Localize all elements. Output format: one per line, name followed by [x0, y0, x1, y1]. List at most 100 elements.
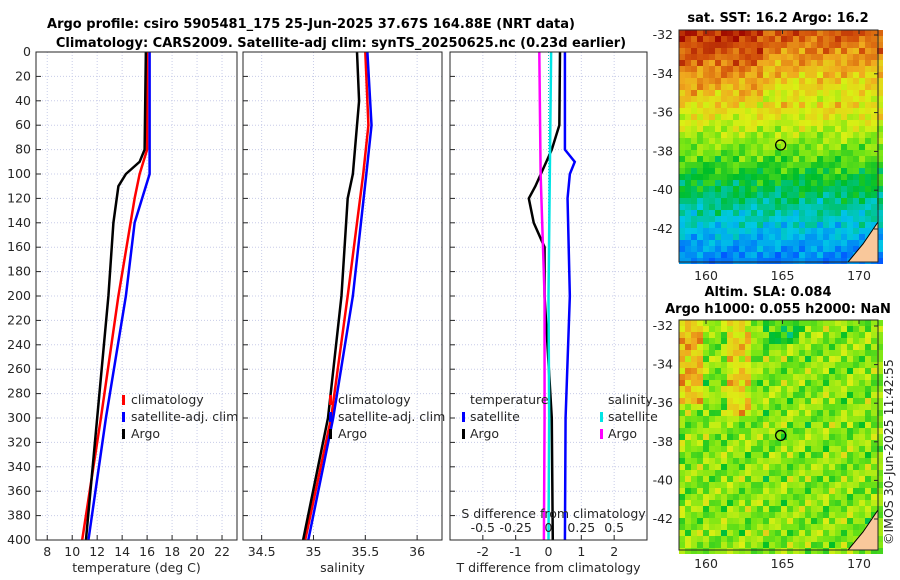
- map-cell: [859, 512, 865, 518]
- map-cell: [733, 440, 739, 446]
- map-cell: [871, 464, 877, 470]
- map-cell: [697, 410, 703, 416]
- map-cell: [817, 416, 823, 422]
- map-cell: [751, 54, 757, 60]
- map-cell: [697, 356, 703, 362]
- map-cell: [781, 380, 787, 386]
- map-cell: [691, 216, 697, 222]
- map-cell: [733, 332, 739, 338]
- map-cell: [829, 362, 835, 368]
- map-cell: [703, 240, 709, 246]
- map-cell: [775, 222, 781, 228]
- map-cell: [805, 228, 811, 234]
- y-tick-label: 280: [7, 386, 31, 401]
- map-cell: [853, 156, 859, 162]
- map-cell: [715, 144, 721, 150]
- map-cell: [745, 548, 751, 554]
- map-cell: [865, 84, 871, 90]
- map-cell: [829, 494, 835, 500]
- lat-tick-label: -40: [653, 182, 673, 197]
- map-cell: [757, 258, 763, 264]
- map-cell: [727, 530, 733, 536]
- map-cell: [817, 422, 823, 428]
- map-cell: [697, 66, 703, 72]
- map-cell: [775, 66, 781, 72]
- map-cell: [697, 392, 703, 398]
- map-cell: [853, 96, 859, 102]
- map-cell: [715, 398, 721, 404]
- map-cell: [757, 356, 763, 362]
- map-cell: [739, 66, 745, 72]
- map-cell: [715, 542, 721, 548]
- map-cell: [775, 72, 781, 78]
- map-cell: [865, 108, 871, 114]
- map-cell: [691, 192, 697, 198]
- map-cell: [721, 72, 727, 78]
- map-cell: [859, 374, 865, 380]
- map-cell: [715, 392, 721, 398]
- map-cell: [685, 494, 691, 500]
- map-cell: [757, 30, 763, 36]
- map-cell: [751, 380, 757, 386]
- map-cell: [841, 386, 847, 392]
- map-cell: [823, 72, 829, 78]
- map-cell: [829, 252, 835, 258]
- map-cell: [871, 380, 877, 386]
- profile-panel-0: [35, 51, 238, 541]
- map-cell: [775, 404, 781, 410]
- map-cell: [835, 530, 841, 536]
- map-cell: [841, 368, 847, 374]
- map-cell: [781, 198, 787, 204]
- map-cell: [823, 252, 829, 258]
- map-cell: [769, 536, 775, 542]
- map-cell: [691, 356, 697, 362]
- map-cell: [865, 506, 871, 512]
- map-cell: [727, 180, 733, 186]
- map-cell: [835, 228, 841, 234]
- map-cell: [811, 488, 817, 494]
- map-cell: [787, 464, 793, 470]
- map-cell: [721, 132, 727, 138]
- lat-tick-label: -36: [653, 105, 673, 120]
- map-cell: [721, 198, 727, 204]
- map-cell: [715, 126, 721, 132]
- map-cell: [859, 48, 865, 54]
- map-cell: [709, 350, 715, 356]
- map-cell: [751, 332, 757, 338]
- legend-label: Argo: [470, 426, 499, 441]
- map-cell: [835, 344, 841, 350]
- map-cell: [871, 392, 877, 398]
- map-cell: [763, 126, 769, 132]
- map-cell: [745, 120, 751, 126]
- map-cell: [829, 48, 835, 54]
- map-cell: [805, 234, 811, 240]
- map-cell: [817, 36, 823, 42]
- map-cell: [721, 66, 727, 72]
- map-cell: [847, 428, 853, 434]
- map-cell: [763, 180, 769, 186]
- map-cell: [835, 332, 841, 338]
- x-tick-label: 8: [43, 544, 51, 559]
- map-cell: [871, 500, 877, 506]
- x-tick-label: 12: [89, 544, 105, 559]
- map-cell: [835, 404, 841, 410]
- map-cell: [835, 524, 841, 530]
- map-cell: [757, 512, 763, 518]
- map-cell: [841, 102, 847, 108]
- map-cell: [859, 320, 865, 326]
- map-cell: [715, 198, 721, 204]
- map-cell: [691, 246, 697, 252]
- map-cell: [793, 476, 799, 482]
- map-cell: [835, 192, 841, 198]
- map-cell: [817, 252, 823, 258]
- map-cell: [853, 428, 859, 434]
- map-cell: [715, 350, 721, 356]
- map-cell: [769, 174, 775, 180]
- map-cell: [829, 440, 835, 446]
- map-cell: [733, 144, 739, 150]
- map-cell: [679, 482, 685, 488]
- map-cell: [709, 30, 715, 36]
- map-cell: [811, 470, 817, 476]
- map-cell: [745, 138, 751, 144]
- map-cell: [781, 216, 787, 222]
